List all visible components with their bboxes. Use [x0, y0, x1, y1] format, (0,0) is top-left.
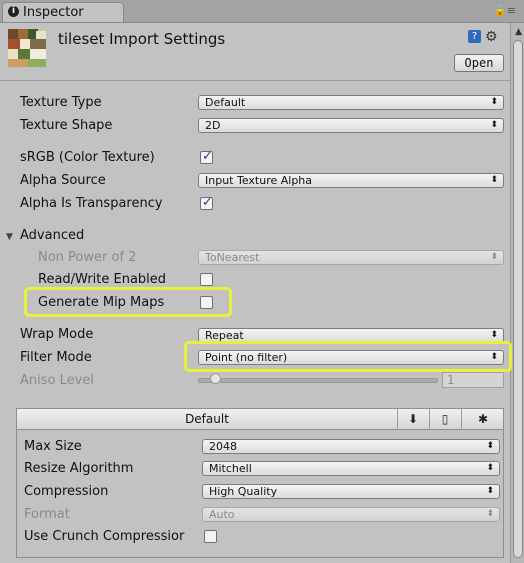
- wrap-mode-label: Wrap Mode: [20, 327, 94, 342]
- non-power-of-2-label: Non Power of 2: [38, 250, 137, 265]
- read-write-label: Read/Write Enabled: [38, 272, 167, 287]
- dropdown-arrow-icon: ⬍: [490, 175, 498, 185]
- alpha-source-dropdown[interactable]: Input Texture Alpha ⬍: [198, 173, 504, 188]
- format-dropdown: Auto ⬍: [202, 507, 500, 522]
- gear-icon[interactable]: ⚙: [485, 30, 498, 44]
- alpha-transparency-label: Alpha Is Transparency: [20, 196, 163, 211]
- non-power-of-2-dropdown: ToNearest ⬍: [198, 250, 504, 265]
- lock-menu-icon[interactable]: 🔒≡: [493, 4, 516, 17]
- dropdown-arrow-icon: ⬍: [490, 352, 498, 362]
- dropdown-arrow-icon: ⬍: [486, 509, 494, 519]
- texture-type-value: Default: [205, 96, 246, 109]
- resize-algorithm-value: Mitchell: [209, 462, 252, 475]
- read-write-checkbox[interactable]: [200, 273, 213, 286]
- srgb-label: sRGB (Color Texture): [20, 150, 155, 165]
- max-size-value: 2048: [209, 440, 237, 453]
- help-icon[interactable]: ?: [468, 30, 481, 43]
- platform-tabs: Default ⬇ ▯ ✱: [16, 408, 504, 430]
- header-divider: [0, 80, 511, 81]
- alpha-source-label: Alpha Source: [20, 173, 106, 188]
- texture-shape-label: Texture Shape: [20, 118, 113, 133]
- filter-mode-value: Point (no filter): [205, 351, 288, 364]
- tab-default-platform[interactable]: Default: [17, 409, 397, 429]
- dropdown-arrow-icon: ⬍: [486, 441, 494, 451]
- compression-dropdown[interactable]: High Quality ⬍: [202, 484, 500, 499]
- max-size-dropdown[interactable]: 2048 ⬍: [202, 439, 500, 454]
- texture-thumbnail: [8, 29, 46, 67]
- tab-inspector[interactable]: i Inspector: [2, 2, 124, 22]
- tab-inspector-label: Inspector: [23, 5, 84, 20]
- resize-algorithm-dropdown[interactable]: Mitchell ⬍: [202, 461, 500, 476]
- android-icon[interactable]: ✱: [461, 409, 504, 429]
- open-button[interactable]: Open: [454, 54, 504, 72]
- alpha-transparency-checkbox[interactable]: ✓: [200, 195, 213, 210]
- dropdown-arrow-icon: ⬍: [486, 486, 494, 496]
- aniso-level-field: 1: [442, 372, 504, 388]
- advanced-foldout-label[interactable]: Advanced: [20, 228, 84, 243]
- scroll-up-icon[interactable]: ▲: [515, 27, 522, 37]
- dropdown-arrow-icon: ⬍: [490, 97, 498, 107]
- texture-type-dropdown[interactable]: Default ⬍: [198, 95, 504, 110]
- texture-shape-value: 2D: [205, 119, 221, 132]
- format-label: Format: [24, 507, 70, 522]
- scrollbar-thumb[interactable]: [513, 40, 523, 558]
- header-icons: ? ⚙: [468, 30, 498, 45]
- aniso-level-label: Aniso Level: [20, 373, 94, 388]
- check-icon: ✓: [202, 195, 213, 210]
- check-icon: ✓: [202, 149, 213, 164]
- phone-icon[interactable]: ▯: [429, 409, 460, 429]
- non-power-of-2-value: ToNearest: [205, 251, 260, 264]
- info-icon: i: [8, 6, 19, 17]
- compression-value: High Quality: [209, 485, 278, 498]
- use-crunch-label: Use Crunch Compressior: [24, 529, 185, 544]
- texture-type-label: Texture Type: [20, 95, 102, 110]
- texture-shape-dropdown[interactable]: 2D ⬍: [198, 118, 504, 133]
- asset-title: tileset Import Settings: [58, 30, 226, 48]
- download-icon[interactable]: ⬇: [397, 409, 428, 429]
- resize-algorithm-label: Resize Algorithm: [24, 461, 134, 476]
- srgb-checkbox[interactable]: ✓: [200, 149, 213, 164]
- aniso-slider-knob: [210, 373, 221, 384]
- format-value: Auto: [209, 508, 235, 521]
- max-size-label: Max Size: [24, 439, 82, 454]
- dropdown-arrow-icon: ⬍: [490, 252, 498, 262]
- use-crunch-checkbox[interactable]: [204, 530, 217, 543]
- generate-mip-maps-checkbox[interactable]: [200, 296, 213, 309]
- foldout-expanded-icon[interactable]: ▼: [6, 232, 13, 242]
- compression-label: Compression: [24, 484, 109, 499]
- dropdown-arrow-icon: ⬍: [490, 120, 498, 130]
- tab-bar: i Inspector 🔒≡: [0, 0, 524, 23]
- filter-mode-label: Filter Mode: [20, 350, 92, 365]
- dropdown-arrow-icon: ⬍: [486, 463, 494, 473]
- generate-mip-maps-label: Generate Mip Maps: [38, 295, 165, 310]
- filter-mode-dropdown[interactable]: Point (no filter) ⬍: [198, 350, 504, 365]
- aniso-slider-track: [198, 378, 438, 383]
- alpha-source-value: Input Texture Alpha: [205, 174, 313, 187]
